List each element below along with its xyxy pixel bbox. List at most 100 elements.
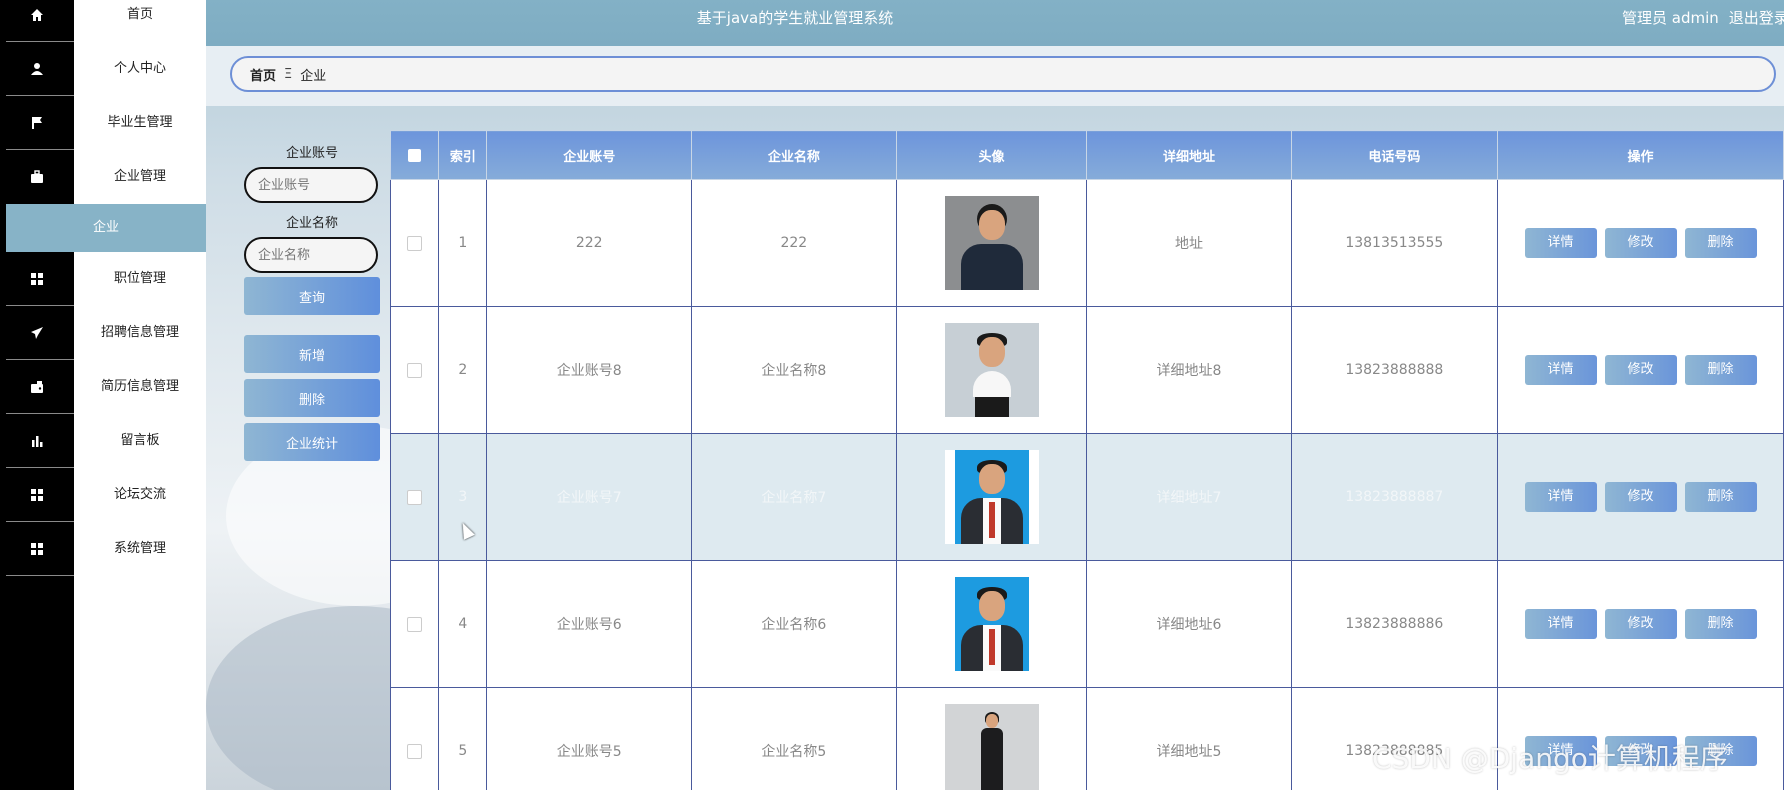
edit-button[interactable]: 修改 bbox=[1604, 609, 1677, 639]
actions-cell: 详情 修改 删除 bbox=[1497, 433, 1784, 561]
name-cell: 企业名称6 bbox=[691, 560, 897, 688]
index-cell: 4 bbox=[438, 560, 488, 688]
logout-link[interactable]: 退出登录 bbox=[1729, 9, 1784, 27]
user-info: 管理员 admin 退出登录 bbox=[1622, 0, 1784, 36]
query-button[interactable]: 查询 bbox=[244, 277, 380, 315]
detail-button[interactable]: 详情 bbox=[1524, 482, 1597, 512]
table-row: 3 企业账号7 企业名称7 详细地址7 13823888887 详情 修改 删除 bbox=[389, 433, 1784, 561]
avatar-frame bbox=[1028, 450, 1039, 544]
index-cell: 5 bbox=[438, 687, 488, 790]
sidebar-item-profile[interactable]: 个人中心 bbox=[0, 42, 206, 96]
avatar[interactable] bbox=[944, 704, 1039, 790]
account-cell: 222 bbox=[486, 179, 693, 307]
avatar[interactable] bbox=[944, 196, 1039, 290]
sidebar-item-home[interactable]: 首页 bbox=[0, 0, 206, 42]
avatar-body bbox=[972, 371, 1011, 397]
delete-button[interactable]: 删除 bbox=[244, 379, 380, 417]
select-all-cell bbox=[389, 130, 440, 180]
name-cell: 企业名称5 bbox=[691, 687, 897, 790]
detail-button[interactable]: 详情 bbox=[1524, 228, 1597, 258]
breadcrumb-home[interactable]: 首页 bbox=[250, 65, 276, 84]
edit-button[interactable]: 修改 bbox=[1604, 355, 1677, 385]
sidebar-item-label: 企业管理 bbox=[113, 169, 166, 184]
sidebar-item-forum[interactable]: 论坛交流 bbox=[0, 468, 206, 522]
name-search-input[interactable] bbox=[244, 237, 378, 273]
detail-button[interactable]: 详情 bbox=[1524, 609, 1597, 639]
wallet-icon bbox=[0, 360, 74, 414]
paper-plane-icon bbox=[0, 306, 74, 360]
avatar-tie bbox=[988, 629, 995, 665]
breadcrumb: 首页 Ξ 企业 bbox=[230, 56, 1776, 92]
sidebar-item-message-board[interactable]: 留言板 bbox=[0, 414, 206, 468]
row-select-cell bbox=[389, 560, 440, 688]
avatar-face bbox=[978, 591, 1005, 621]
address-cell: 详细地址7 bbox=[1086, 433, 1292, 561]
avatar-tie bbox=[988, 502, 995, 538]
avatar[interactable] bbox=[944, 577, 1039, 671]
name-label: 企业名称 bbox=[285, 216, 338, 231]
row-delete-button[interactable]: 删除 bbox=[1684, 609, 1757, 639]
briefcase-icon bbox=[0, 150, 74, 204]
avatar-cell bbox=[895, 179, 1088, 307]
select-all-checkbox[interactable] bbox=[408, 148, 422, 162]
phone-cell: 13823888888 bbox=[1290, 306, 1499, 434]
table-header-row: 索引 企业账号 企业名称 头像 详细地址 电话号码 操作 bbox=[389, 130, 1784, 180]
avatar-frame bbox=[1028, 577, 1039, 671]
sidebar-item-positions[interactable]: 职位管理 bbox=[0, 252, 206, 306]
account-cell: 企业账号5 bbox=[486, 687, 693, 790]
address-cell: 详细地址8 bbox=[1086, 306, 1292, 434]
user-name: 管理员 admin bbox=[1622, 9, 1719, 27]
sidebar-item-company-management[interactable]: 企业管理 bbox=[0, 150, 206, 204]
column-header: 操作 bbox=[1497, 130, 1784, 180]
avatar-body bbox=[960, 244, 1023, 290]
avatar[interactable] bbox=[944, 450, 1039, 544]
account-search-input[interactable] bbox=[244, 167, 378, 203]
row-select-cell bbox=[389, 179, 440, 307]
detail-button[interactable]: 详情 bbox=[1524, 355, 1597, 385]
edit-button[interactable]: 修改 bbox=[1604, 482, 1677, 512]
index-cell: 3 bbox=[438, 433, 488, 561]
actions-cell: 详情 修改 删除 bbox=[1497, 560, 1784, 688]
breadcrumb-separator-icon: Ξ bbox=[284, 66, 293, 82]
avatar-face bbox=[978, 210, 1005, 240]
add-button[interactable]: 新增 bbox=[244, 335, 380, 373]
column-header: 头像 bbox=[895, 130, 1088, 180]
sidebar-item-recruitment[interactable]: 招聘信息管理 bbox=[0, 306, 206, 360]
avatar-face bbox=[985, 714, 998, 728]
sidebar-item-label: 招聘信息管理 bbox=[100, 325, 179, 340]
address-cell: 详细地址6 bbox=[1086, 560, 1292, 688]
sidebar-item-label: 留言板 bbox=[120, 433, 160, 448]
user-icon bbox=[0, 42, 74, 96]
sidebar-item-company[interactable]: 企业 bbox=[6, 204, 206, 252]
row-checkbox[interactable] bbox=[407, 489, 423, 505]
row-delete-button[interactable]: 删除 bbox=[1684, 355, 1757, 385]
row-select-cell bbox=[389, 306, 440, 434]
row-delete-button[interactable]: 删除 bbox=[1684, 228, 1757, 258]
sidebar-item-label: 简历信息管理 bbox=[100, 379, 179, 394]
breadcrumb-current: 企业 bbox=[300, 68, 327, 84]
row-checkbox[interactable] bbox=[407, 362, 423, 378]
column-header: 索引 bbox=[438, 130, 488, 180]
sidebar-item-system[interactable]: 系统管理 bbox=[0, 522, 206, 576]
sidebar-item-label: 系统管理 bbox=[113, 541, 166, 556]
column-header: 企业名称 bbox=[691, 130, 897, 180]
row-checkbox[interactable] bbox=[407, 616, 423, 632]
watermark: CSDN @Django计算机程序 bbox=[1372, 742, 1728, 775]
avatar-cell bbox=[895, 687, 1088, 790]
name-cell: 222 bbox=[691, 179, 897, 307]
sidebar-item-resume[interactable]: 简历信息管理 bbox=[0, 360, 206, 414]
name-cell: 企业名称8 bbox=[691, 306, 897, 434]
row-delete-button[interactable]: 删除 bbox=[1684, 482, 1757, 512]
avatar-cell bbox=[895, 433, 1088, 561]
sidebar-item-graduates[interactable]: 毕业生管理 bbox=[0, 96, 206, 150]
sidebar-item-label: 企业 bbox=[92, 220, 119, 235]
row-checkbox[interactable] bbox=[407, 743, 423, 759]
avatar[interactable] bbox=[944, 323, 1039, 417]
table-row: 2 企业账号8 企业名称8 详细地址8 13823888888 详情 修改 删除 bbox=[389, 306, 1784, 434]
row-select-cell bbox=[389, 687, 440, 790]
sidebar-item-label: 职位管理 bbox=[113, 271, 166, 286]
row-checkbox[interactable] bbox=[407, 235, 423, 251]
index-cell: 2 bbox=[438, 306, 488, 434]
company-stats-button[interactable]: 企业统计 bbox=[244, 423, 380, 461]
edit-button[interactable]: 修改 bbox=[1604, 228, 1677, 258]
